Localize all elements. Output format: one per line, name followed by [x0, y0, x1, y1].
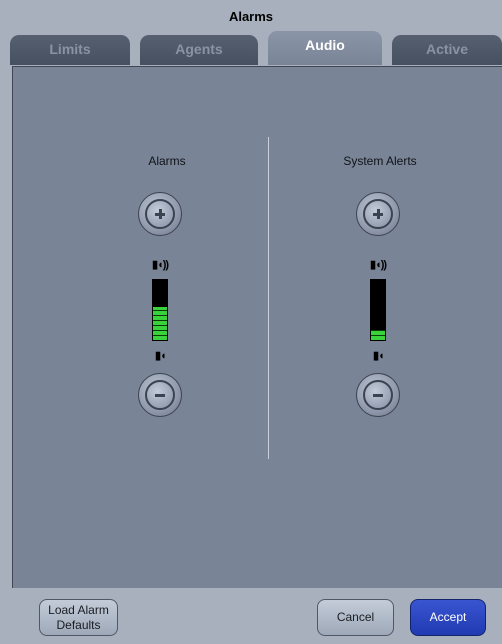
speaker-loud-icon: ▮◖)): [152, 259, 169, 271]
plus-icon: [145, 199, 175, 229]
plus-icon: [363, 199, 393, 229]
load-alarm-defaults-label: Load Alarm Defaults: [48, 603, 109, 632]
speaker-loud-icon: ▮◖)): [370, 259, 387, 271]
alarms-volume-down-button[interactable]: [138, 373, 182, 417]
alarms-volume-level: [153, 307, 167, 340]
tab-active-label: Active: [425, 41, 469, 57]
accept-label: Accept: [429, 610, 467, 624]
cancel-label: Cancel: [336, 610, 375, 624]
alarms-column-title: Alarms: [148, 154, 186, 168]
tab-limits[interactable]: Limits: [10, 35, 130, 65]
load-alarm-defaults-button[interactable]: Load Alarm Defaults: [39, 599, 118, 636]
minus-icon: [145, 380, 175, 410]
cancel-button[interactable]: Cancel: [317, 599, 394, 636]
system-alerts-volume-up-button[interactable]: [356, 192, 400, 236]
alarms-volume-meter: [152, 279, 168, 341]
system-alerts-volume-level: [371, 330, 385, 340]
minus-icon: [363, 380, 393, 410]
accept-button[interactable]: Accept: [410, 599, 486, 636]
tab-limits-label: Limits: [49, 41, 91, 57]
speaker-quiet-icon: ▮◖: [373, 350, 385, 362]
tab-agents-label: Agents: [175, 41, 223, 57]
tab-audio-label: Audio: [305, 37, 345, 53]
tab-bar: Limits Agents Audio Active: [10, 31, 502, 65]
alarms-window: Alarms Limits Agents Audio Active Alarms…: [0, 0, 502, 644]
system-alerts-column-title: System Alerts: [343, 154, 417, 168]
system-alerts-volume-down-button[interactable]: [356, 373, 400, 417]
window-title: Alarms: [228, 9, 274, 24]
speaker-quiet-icon: ▮◖: [155, 350, 167, 362]
system-alerts-volume-meter: [370, 279, 386, 341]
column-divider: [268, 137, 269, 459]
alarms-volume-up-button[interactable]: [138, 192, 182, 236]
audio-panel: [12, 66, 502, 590]
tab-agents[interactable]: Agents: [140, 35, 258, 65]
tab-active[interactable]: Active: [392, 35, 502, 65]
tab-audio[interactable]: Audio: [268, 31, 382, 65]
